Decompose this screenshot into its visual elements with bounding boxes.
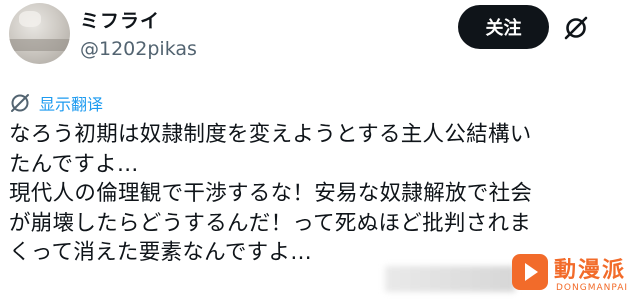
globe-icon xyxy=(11,94,29,112)
show-translation-link[interactable]: 显示翻译 xyxy=(9,91,103,115)
avatar-stripe xyxy=(9,39,70,51)
show-translation-label: 显示翻译 xyxy=(39,95,104,114)
avatar[interactable] xyxy=(9,3,70,64)
grok-icon[interactable] xyxy=(563,15,589,41)
post-line: 現代人の倫理観で干渉するな！安易な奴隷解放で社会 xyxy=(9,181,533,206)
display-name[interactable]: ミフライ xyxy=(80,6,160,33)
blurred-watermark xyxy=(385,266,515,292)
user-handle[interactable]: @1202pikas xyxy=(80,38,197,60)
post-line: が崩壊したらどうするんだ！って死ぬほど批判されま xyxy=(9,210,532,236)
post-text: なろう初期は奴隷制度を変えようとする主人公結構い たんですよ… 現代人の倫理観で… xyxy=(9,120,634,268)
post-line: なろう初期は奴隷制度を変えようとする主人公結構い xyxy=(9,122,532,147)
watermark-name: 動漫派 xyxy=(554,258,627,283)
follow-button[interactable]: 关注 xyxy=(458,5,549,49)
watermark-subtitle: DONGMANPAI xyxy=(556,283,629,293)
play-icon xyxy=(512,254,548,290)
post-line: たんですよ… xyxy=(9,151,139,177)
avatar-highlight xyxy=(19,11,41,27)
dongmanpai-watermark-logo: 動漫派 DONGMANPAI xyxy=(512,250,640,300)
